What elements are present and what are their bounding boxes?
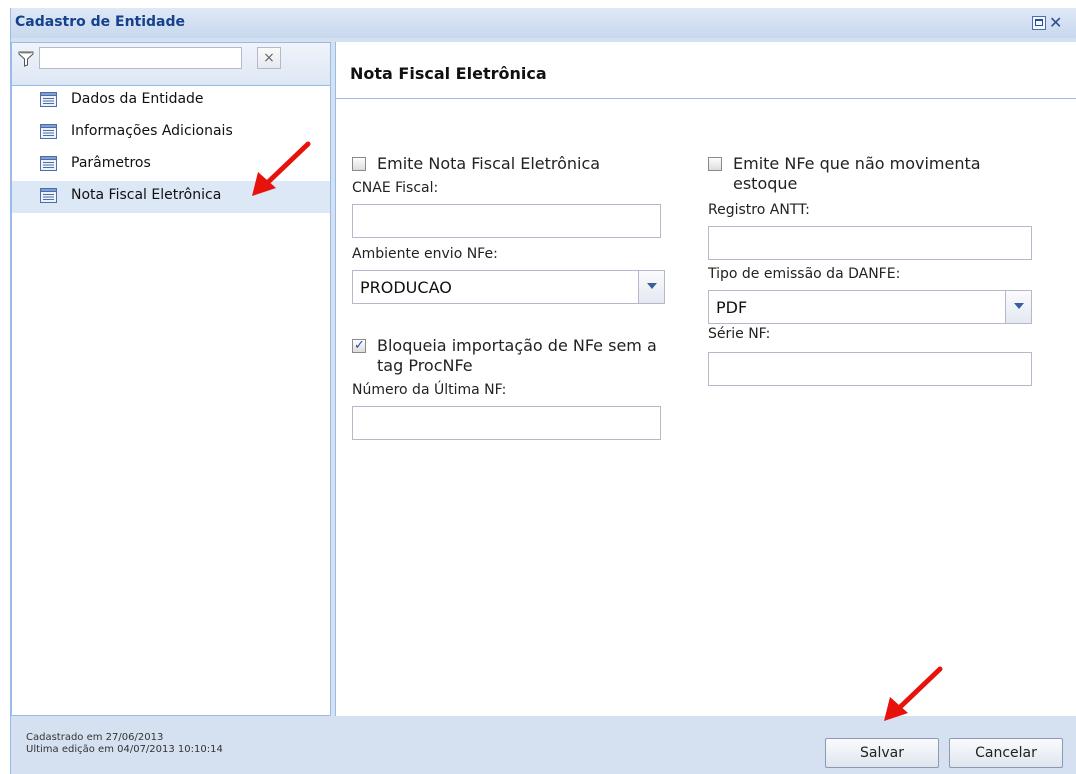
document-list-icon: [40, 92, 57, 107]
sidebar-item-label: Dados da Entidade: [71, 91, 204, 107]
bloqueia-importacao-checkbox[interactable]: [352, 336, 366, 356]
registro-antt-input[interactable]: [708, 226, 1032, 260]
tipo-emissao-danfe-value: PDF: [716, 298, 748, 317]
page-title: Nota Fiscal Eletrônica: [350, 64, 547, 83]
emite-nao-movimenta-label: Emite NFe que não movimenta estoque: [733, 154, 981, 193]
document-list-icon: [40, 156, 57, 171]
chevron-down-icon[interactable]: [1005, 291, 1031, 323]
numero-ultima-nf-label: Número da Última NF:: [352, 382, 507, 398]
sidebar-filter-input[interactable]: [39, 47, 242, 69]
emite-nao-movimenta-checkbox[interactable]: [708, 157, 722, 171]
ambiente-envio-select[interactable]: PRODUCAO: [352, 270, 665, 304]
clear-filter-icon[interactable]: ×: [257, 47, 281, 69]
document-list-icon: [40, 188, 57, 203]
sidebar-item-label: Nota Fiscal Eletrônica: [71, 187, 222, 203]
bloqueia-importacao-label: Bloqueia importação de NFe sem a tag Pro…: [377, 336, 657, 375]
window-titlebar[interactable]: Cadastro de Entidade ✕: [11, 8, 1076, 38]
sidebar-item-dados-da-entidade[interactable]: Dados da Entidade: [12, 85, 330, 117]
ambiente-envio-label: Ambiente envio NFe:: [352, 246, 498, 262]
entity-registration-window: Cadastro de Entidade ✕ × Dados da Entida…: [10, 8, 1076, 774]
record-metadata: Cadastrado em 27/06/2013 Ultima edição e…: [26, 732, 223, 756]
filter-funnel-icon: [18, 51, 34, 67]
serie-nf-input[interactable]: [708, 352, 1032, 386]
tipo-emissao-danfe-select[interactable]: PDF: [708, 290, 1032, 324]
emite-nfe-label: Emite Nota Fiscal Eletrônica: [377, 154, 601, 173]
created-date-text: Cadastrado em 27/06/2013: [26, 732, 164, 743]
save-button[interactable]: Salvar: [825, 738, 939, 768]
edited-date-text: Ultima edição em 04/07/2013 10:10:14: [26, 744, 223, 755]
numero-ultima-nf-input[interactable]: [352, 406, 661, 440]
sidebar-toolbar: ×: [12, 43, 330, 86]
maximize-icon[interactable]: [1032, 16, 1046, 30]
main-header: Nota Fiscal Eletrônica: [336, 42, 1076, 99]
window-title: Cadastro de Entidade: [15, 14, 186, 30]
chevron-down-icon[interactable]: [638, 271, 664, 303]
emite-nfe-checkbox[interactable]: [352, 157, 366, 171]
cnae-fiscal-label: CNAE Fiscal:: [352, 180, 439, 196]
serie-nf-label: Série NF:: [708, 326, 771, 342]
tipo-emissao-danfe-label: Tipo de emissão da DANFE:: [708, 266, 901, 282]
ambiente-envio-value: PRODUCAO: [360, 278, 452, 297]
main-panel: Nota Fiscal Eletrônica Emite Nota Fiscal…: [335, 42, 1076, 716]
sidebar-item-label: Informações Adicionais: [71, 123, 233, 139]
cancel-button[interactable]: Cancelar: [949, 738, 1063, 768]
document-list-icon: [40, 124, 57, 139]
annotation-arrow-icon: [252, 141, 311, 196]
annotation-arrow-icon: [884, 666, 943, 721]
cnae-fiscal-input[interactable]: [352, 204, 661, 238]
registro-antt-label: Registro ANTT:: [708, 202, 810, 218]
close-icon[interactable]: ✕: [1049, 15, 1062, 31]
sidebar-item-label: Parâmetros: [71, 155, 151, 171]
